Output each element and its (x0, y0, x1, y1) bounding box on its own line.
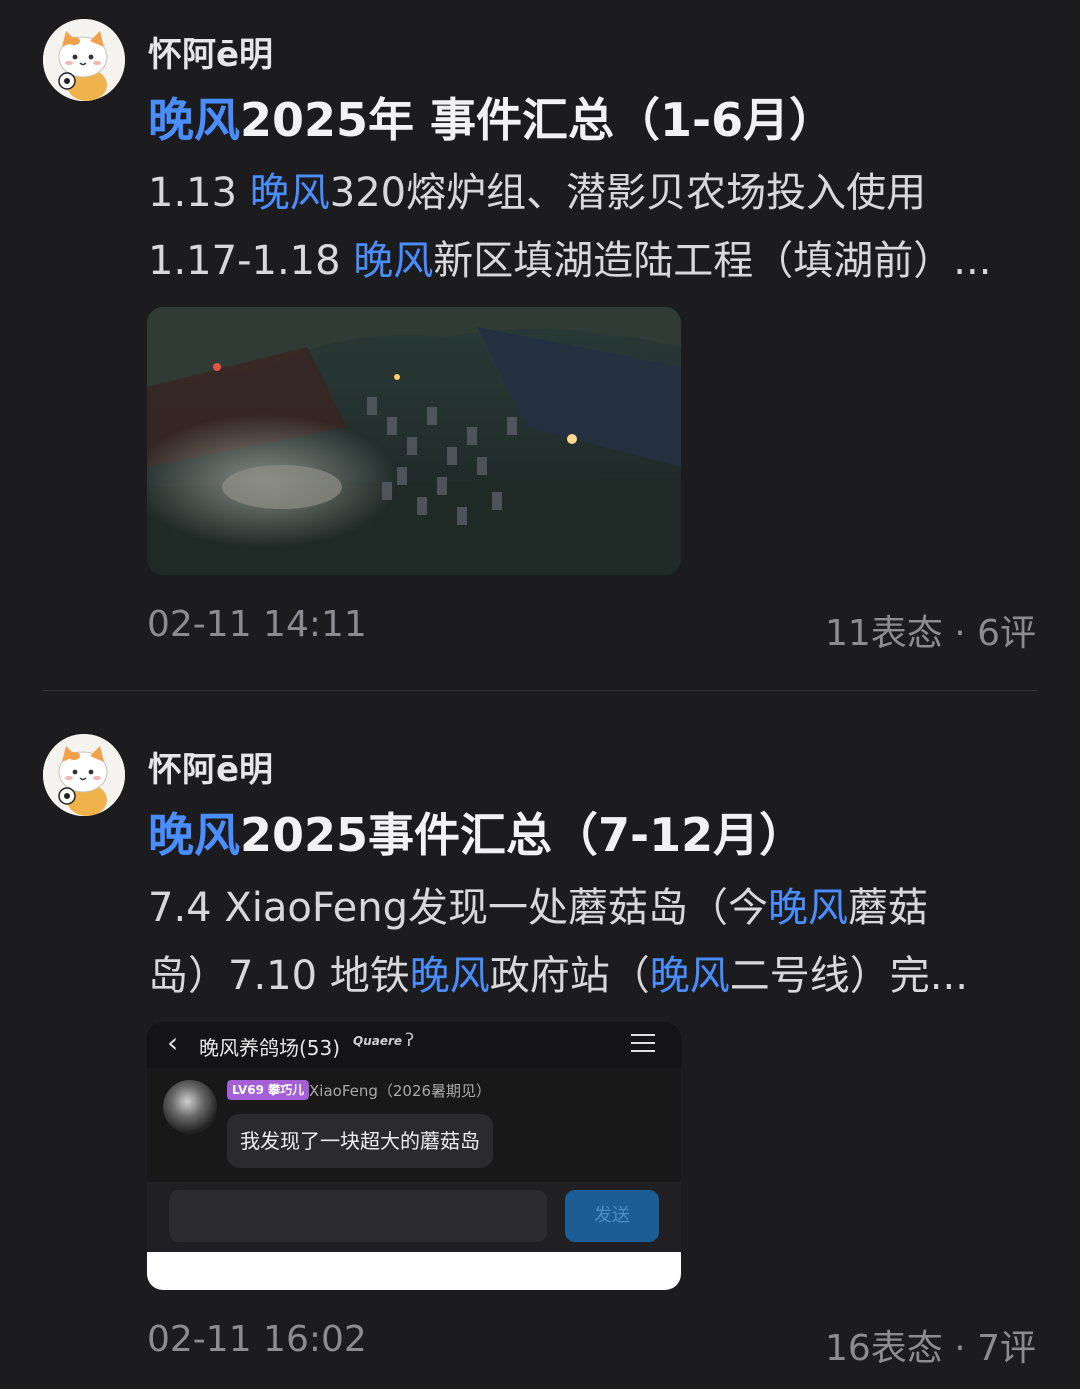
minecraft-scene-image (147, 307, 681, 575)
post-stats[interactable]: 11表态 · 6评 (825, 604, 1036, 656)
chevron-left-icon: ‹ (167, 1026, 179, 1059)
excerpt-text: 1.17-1.18 (148, 238, 354, 284)
post-title[interactable]: 晚风2025事件汇总（7-12月） (148, 799, 805, 865)
message-bubble: 我发现了一块超大的蘑菇岛 (227, 1114, 493, 1168)
level-badge: LV69 攀巧儿 (227, 1080, 310, 1100)
post-stats[interactable]: 16表态 · 7评 (825, 1319, 1036, 1371)
excerpt-keyword: 晚风 (249, 170, 330, 216)
excerpt-text: 320熔炉组、潜影贝农场投入使用 (329, 170, 927, 216)
menu-icon (631, 1034, 655, 1052)
send-button: 发送 (565, 1190, 659, 1242)
author-avatar[interactable] (43, 19, 125, 101)
chat-message-area (147, 1068, 681, 1182)
author-avatar[interactable] (43, 734, 125, 816)
post-image-thumbnail[interactable]: ‹ 晚风养鸽场(53) Quaere ʔ LV69 攀巧儿 XiaoFeng（2… (147, 1022, 681, 1290)
author-name[interactable]: 怀阿ē明 (148, 27, 273, 76)
excerpt-text: 蘑菇 (848, 885, 928, 931)
post-divider (43, 690, 1037, 691)
cat-avatar-icon (43, 19, 125, 101)
excerpt-text: 新区填湖造陆工程（填湖前）... (433, 238, 992, 284)
post-1[interactable]: 怀阿ē明 晚风2025年 事件汇总（1-6月） 1.13 晚风320熔炉组、潜影… (0, 0, 1080, 690)
excerpt-keyword: 晚风 (649, 953, 730, 999)
post-title[interactable]: 晚风2025年 事件汇总（1-6月） (148, 84, 835, 150)
sender-name: XiaoFeng（2026暑期见） (309, 1082, 492, 1100)
excerpt-keyword: 晚风 (409, 953, 490, 999)
ear-icon: ʔ (405, 1030, 415, 1051)
chat-header: ‹ 晚风养鸽场(53) Quaere ʔ (147, 1022, 681, 1068)
excerpt-keyword: 晚风 (768, 885, 848, 931)
excerpt-text: 岛）7.10 地铁 (148, 953, 410, 999)
post-excerpt-line-2: 岛）7.10 地铁晚风政府站（晚风二号线）完... (148, 943, 968, 1001)
chat-group-title: 晚风养鸽场(53) (199, 1036, 341, 1060)
excerpt-text: 1.13 (148, 170, 250, 216)
post-excerpt-line-1: 1.13 晚风320熔炉组、潜影贝农场投入使用 (148, 160, 926, 218)
bottom-bar (147, 1252, 681, 1290)
post-excerpt-line-1: 7.4 XiaoFeng发现一处蘑菇岛（今晚风蘑菇 (148, 875, 928, 933)
cat-avatar-icon (43, 734, 125, 816)
sender-avatar (163, 1080, 217, 1134)
author-name[interactable]: 怀阿ē明 (148, 742, 273, 791)
group-badge-icon: Quaere (353, 1034, 403, 1048)
chat-input-field (169, 1190, 547, 1242)
title-keyword: 晚风 (148, 808, 240, 862)
title-text: 2025年 事件汇总（1-6月） (240, 93, 836, 147)
title-keyword: 晚风 (148, 93, 240, 147)
chat-input-bar (147, 1182, 681, 1252)
excerpt-text: 7.4 XiaoFeng发现一处蘑菇岛（今 (148, 885, 768, 931)
post-image-thumbnail[interactable] (147, 307, 681, 575)
excerpt-text: 政府站（ (489, 953, 650, 999)
post-excerpt-line-2: 1.17-1.18 晚风新区填湖造陆工程（填湖前）... (148, 228, 991, 286)
title-text: 2025事件汇总（7-12月） (240, 808, 806, 862)
excerpt-keyword: 晚风 (353, 238, 434, 284)
post-timestamp: 02-11 14:11 (147, 604, 367, 645)
post-timestamp: 02-11 16:02 (147, 1319, 367, 1360)
excerpt-text: 二号线）完... (729, 953, 968, 999)
